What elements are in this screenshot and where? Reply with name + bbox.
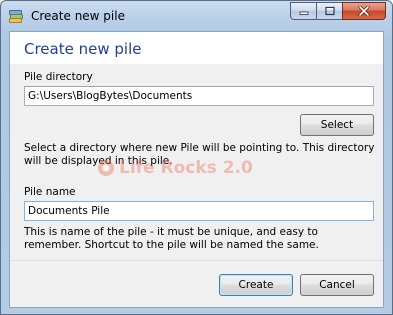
footer-divider bbox=[10, 260, 383, 261]
dialog-header: Create new pile bbox=[10, 32, 383, 64]
maximize-button[interactable] bbox=[316, 2, 343, 20]
close-icon bbox=[358, 6, 370, 16]
pile-name-input[interactable] bbox=[24, 201, 374, 221]
create-button[interactable]: Create bbox=[219, 274, 293, 296]
minimize-icon bbox=[299, 11, 308, 15]
pile-directory-input[interactable] bbox=[24, 86, 374, 106]
pile-name-label: Pile name bbox=[24, 186, 76, 198]
watermark: Life Rocks 2.0 bbox=[96, 158, 253, 178]
pile-name-description: This is name of the pile - it must be un… bbox=[24, 226, 319, 251]
maximize-icon bbox=[324, 6, 335, 16]
watermark-text: Life Rocks 2.0 bbox=[119, 158, 253, 178]
close-button[interactable] bbox=[342, 2, 386, 20]
pile-app-icon bbox=[8, 8, 24, 24]
window-controls bbox=[290, 2, 386, 21]
watermark-logo-icon bbox=[98, 160, 114, 176]
select-directory-button[interactable]: Select bbox=[300, 114, 374, 136]
dialog-content: Create new pile Pile directory Select Se… bbox=[9, 31, 384, 308]
pile-directory-label: Pile directory bbox=[24, 71, 93, 83]
minimize-button[interactable] bbox=[290, 2, 317, 20]
title-bar[interactable]: Create new pile bbox=[1, 1, 392, 31]
page-title: Create new pile bbox=[24, 40, 142, 58]
cancel-button[interactable]: Cancel bbox=[300, 274, 374, 296]
window-title: Create new pile bbox=[31, 9, 125, 23]
dialog-window: Create new pile Create new pile Pile dir… bbox=[0, 0, 393, 315]
